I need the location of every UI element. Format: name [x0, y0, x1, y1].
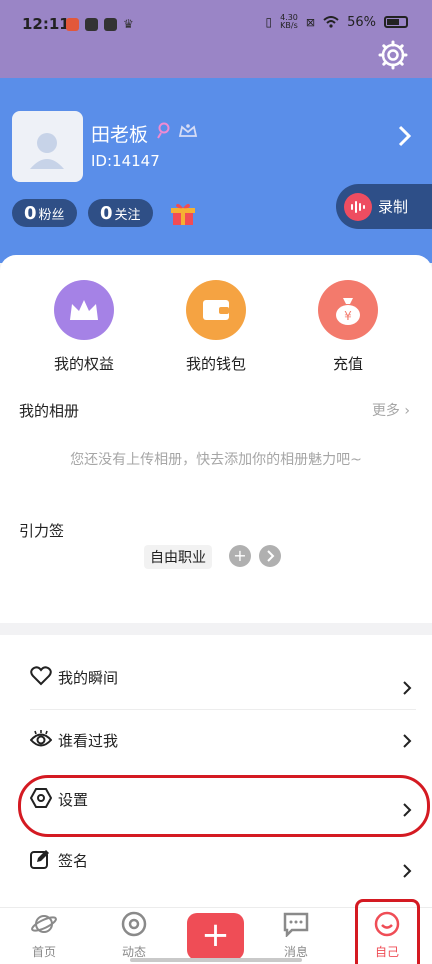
chevron-right-icon: [403, 734, 412, 748]
quick-action-label: 我的权益: [53, 355, 114, 373]
menu-item-visitors[interactable]: 谁看过我: [30, 712, 416, 772]
fans-label: 粉丝: [38, 207, 65, 223]
status-time: 12:11: [22, 15, 70, 33]
album-more-link[interactable]: 更多 ›: [372, 400, 410, 420]
divider: [30, 709, 416, 710]
message-icon: [283, 912, 309, 939]
quick-action-label: 充值: [332, 355, 363, 373]
home-indicator: [130, 958, 302, 962]
status-right: ▯ 4.30 KB/s ⊠ 56%: [265, 14, 408, 30]
battery-percent: 56%: [347, 14, 376, 30]
battery-icon: [384, 16, 408, 28]
app-notification-icon: [66, 17, 79, 31]
quick-action-wallet[interactable]: 我的钱包: [166, 280, 266, 374]
chevron-right-icon: [267, 550, 275, 562]
following-count: 0: [100, 202, 113, 224]
gear-icon[interactable]: [378, 40, 408, 70]
edit-icon: [30, 850, 49, 869]
chevron-right-icon: [403, 681, 412, 695]
add-tag-button[interactable]: +: [229, 545, 251, 567]
menu-item-label: 签名: [58, 852, 89, 870]
record-button[interactable]: 录制: [336, 184, 432, 229]
female-icon: [157, 122, 170, 139]
wallet-icon: [186, 280, 246, 340]
status-bar: 12:11 ♛ ▯ 4.30 KB/s ⊠ 56%: [0, 0, 432, 78]
following-stat[interactable]: 0 关注: [88, 199, 153, 227]
notification-icons: ♛: [66, 17, 134, 31]
settings-highlight-annotation: [18, 775, 430, 837]
nav-home[interactable]: 首页: [14, 908, 74, 960]
default-avatar-icon: [30, 133, 64, 169]
avatar[interactable]: [12, 111, 83, 182]
chevron-right-icon[interactable]: [398, 125, 412, 147]
record-label: 录制: [378, 198, 409, 216]
chevron-right-icon: [403, 864, 412, 878]
net-speed-unit: KB/s: [280, 21, 298, 30]
quick-action-label: 我的钱包: [185, 355, 246, 373]
plus-icon: +: [201, 915, 230, 955]
crown-icon: [54, 280, 114, 340]
wifi-icon: [323, 16, 339, 28]
nav-messages[interactable]: 消息: [266, 908, 326, 960]
menu-item-signature[interactable]: 签名: [30, 832, 416, 892]
eye-icon: [30, 730, 52, 747]
app-notification-icon: [85, 17, 98, 31]
user-badges: [156, 122, 198, 140]
menu-item-label: 我的瞬间: [58, 669, 119, 687]
user-id: ID:14147: [91, 152, 160, 170]
tag-chip[interactable]: 自由职业: [144, 545, 212, 569]
quick-action-recharge[interactable]: ¥ 充值: [298, 280, 398, 374]
quick-action-benefits[interactable]: 我的权益: [34, 280, 134, 374]
vibrate-icon: ▯: [265, 15, 273, 29]
heart-icon: [30, 666, 52, 686]
svg-text:¥: ¥: [344, 309, 352, 323]
create-post-button[interactable]: +: [187, 913, 244, 960]
content-card: 我的权益 我的钱包 ¥ 充值 我的相册 更多 › 您还没有上传相册，快去添加你的…: [0, 255, 432, 623]
crown-notification-icon: ♛: [123, 17, 134, 31]
tags-title: 引力签: [19, 522, 65, 540]
money-bag-icon: ¥: [318, 280, 378, 340]
audio-wave-icon: [344, 192, 372, 221]
following-label: 关注: [114, 207, 141, 223]
crown-badge-icon: [178, 124, 198, 137]
menu-item-label: 谁看过我: [58, 732, 119, 750]
menu-item-moments[interactable]: 我的瞬间: [30, 650, 416, 710]
fans-count: 0: [24, 202, 37, 224]
nav-moments[interactable]: 动态: [104, 908, 164, 960]
profile-header: 田老板 ID:14147 0 粉丝 0 关注 录制: [0, 78, 432, 263]
fans-stat[interactable]: 0 粉丝: [12, 199, 77, 227]
moments-icon: [121, 911, 147, 937]
album-empty-text: 您还没有上传相册，快去添加你的相册魅力吧~: [70, 452, 362, 468]
app-notification-icon: [104, 17, 117, 31]
net-speed: 4.30 KB/s: [280, 14, 298, 30]
album-title: 我的相册: [19, 402, 80, 420]
tags-next-button[interactable]: [259, 545, 281, 567]
planet-icon: [31, 915, 57, 933]
chevron-right-icon: ›: [404, 403, 410, 419]
user-name: 田老板: [91, 124, 149, 146]
me-tab-highlight-annotation: [355, 899, 420, 964]
album-more-label: 更多: [371, 403, 400, 419]
no-sim-icon: ⊠: [305, 15, 316, 29]
nav-label: 首页: [31, 945, 56, 959]
gift-icon[interactable]: [170, 201, 196, 227]
